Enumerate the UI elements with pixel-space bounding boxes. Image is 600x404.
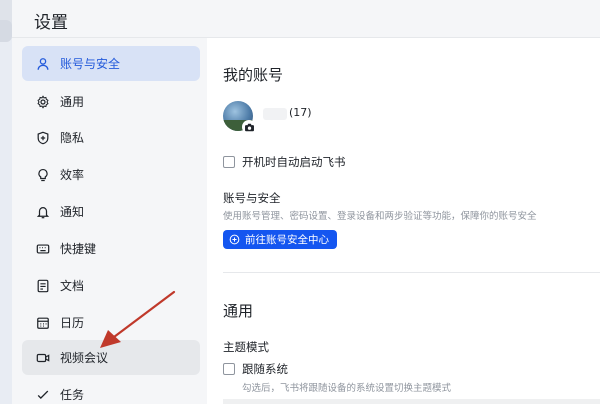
autostart-label: 开机时自动启动飞书 [242, 155, 346, 169]
window-title: 设置 [34, 13, 68, 33]
settings-content: 我的账号 (17) 开机时自动启动飞书 账号与安全 使用账号管理、密码设置、登录… [207, 38, 600, 404]
security-heading: 账号与安全 [223, 191, 281, 205]
calendar-icon [36, 316, 50, 330]
sidebar-item-label: 任务 [60, 388, 85, 402]
lightbulb-icon [36, 168, 50, 182]
settings-window: 设置 账号与安全 通用 隐私 效率 通知 快捷键 文档 日历 视频会议 任务 我… [12, 0, 600, 404]
bell-icon [36, 205, 50, 219]
security-center-button[interactable]: 前往账号安全中心 [223, 230, 337, 249]
sidebar-item-video-meetings[interactable]: 视频会议 [22, 340, 200, 375]
app-rail [0, 0, 12, 404]
sidebar-item-privacy[interactable]: 隐私 [22, 120, 200, 155]
account-count: (17) [289, 106, 312, 119]
shield-plus-icon [229, 234, 240, 245]
camera-icon[interactable] [242, 120, 256, 134]
autostart-checkbox[interactable] [223, 156, 235, 168]
gear-icon [36, 94, 50, 109]
account-name-redacted [263, 108, 287, 120]
account-section-title: 我的账号 [223, 66, 284, 84]
shield-icon [36, 131, 50, 145]
settings-sidebar: 账号与安全 通用 隐私 效率 通知 快捷键 文档 日历 视频会议 任务 [12, 38, 207, 404]
user-icon [36, 57, 50, 71]
sidebar-item-label: 效率 [60, 168, 85, 182]
sidebar-item-calendar[interactable]: 日历 [22, 305, 200, 340]
security-center-button-label: 前往账号安全中心 [245, 234, 329, 246]
video-icon [36, 351, 50, 365]
sidebar-item-label: 快捷键 [60, 242, 97, 256]
sidebar-item-label: 通知 [60, 205, 85, 219]
sidebar-item-label: 日历 [60, 316, 85, 330]
keyboard-icon [36, 242, 50, 256]
next-setting-row [223, 399, 600, 404]
sidebar-item-general[interactable]: 通用 [22, 84, 200, 119]
follow-system-label: 跟随系统 [242, 362, 288, 376]
task-check-icon [36, 388, 50, 402]
document-icon [36, 279, 50, 293]
follow-system-option[interactable]: 跟随系统 [223, 361, 288, 377]
general-section-title: 通用 [223, 302, 254, 320]
sidebar-item-account-security[interactable]: 账号与安全 [22, 46, 200, 81]
sidebar-item-shortcuts[interactable]: 快捷键 [22, 231, 200, 266]
security-description: 使用账号管理、密码设置、登录设备和两步验证等功能，保障你的账号安全 [223, 211, 537, 222]
sidebar-item-label: 文档 [60, 279, 85, 293]
sidebar-item-label: 通用 [60, 95, 85, 109]
autostart-option[interactable]: 开机时自动启动飞书 [223, 154, 346, 170]
sidebar-item-label: 账号与安全 [60, 57, 121, 71]
sidebar-item-label: 隐私 [60, 131, 85, 145]
sidebar-item-tasks[interactable]: 任务 [22, 377, 200, 404]
sidebar-item-docs[interactable]: 文档 [22, 268, 200, 303]
section-divider [223, 272, 600, 273]
titlebar: 设置 [12, 0, 600, 38]
sidebar-item-efficiency[interactable]: 效率 [22, 157, 200, 192]
sidebar-item-label: 视频会议 [60, 351, 109, 365]
sidebar-item-notifications[interactable]: 通知 [22, 194, 200, 229]
follow-system-description: 勾选后，飞书将跟随设备的系统设置切换主题模式 [242, 383, 452, 394]
theme-mode-heading: 主题模式 [223, 340, 269, 354]
rail-tab-selected[interactable] [0, 20, 12, 42]
follow-system-checkbox[interactable] [223, 363, 235, 375]
